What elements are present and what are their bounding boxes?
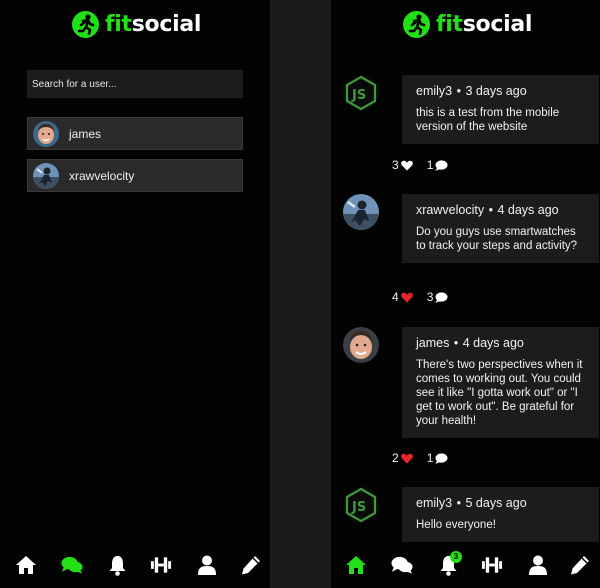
runner-icon — [72, 10, 99, 38]
post-meta: emily3 • 5 days ago — [416, 496, 585, 510]
post-bubble: james • 4 days ago There's two perspecti… — [402, 327, 599, 438]
post-text: Do you guys use smartwatches to track yo… — [416, 226, 578, 252]
logo-fit-text: fit — [436, 11, 463, 37]
comment-button[interactable]: 1 — [427, 451, 449, 465]
user-result-item[interactable]: xrawvelocity — [27, 159, 243, 192]
user-search-input[interactable] — [27, 70, 243, 98]
nodejs-avatar[interactable]: JS — [343, 75, 379, 111]
user-search-panel: fitsocial james xrawvelocity — [0, 0, 270, 588]
bottom-nav: 3 — [331, 542, 600, 588]
like-count: 3 — [392, 158, 399, 172]
meta-separator: • — [453, 336, 459, 350]
chat-icon[interactable] — [391, 554, 413, 576]
post-time: 4 days ago — [497, 203, 559, 217]
like-button[interactable]: 2 — [392, 451, 413, 465]
logo-fit-text: fit — [105, 11, 132, 37]
feed-panel: fitsocial JS emily3 • 3 days ago this is… — [331, 0, 600, 588]
comment-icon — [435, 291, 448, 303]
avatar — [33, 120, 59, 147]
post-time: 5 days ago — [465, 496, 527, 510]
like-button[interactable]: 4 — [392, 290, 413, 304]
comment-count: 1 — [426, 451, 434, 465]
home-icon[interactable] — [15, 554, 37, 576]
comment-count: 3 — [426, 290, 434, 304]
bottom-nav — [0, 542, 270, 588]
like-button[interactable]: 3 — [392, 158, 413, 172]
comment-button[interactable]: 3 — [427, 290, 449, 304]
post-author[interactable]: emily3 — [416, 496, 452, 510]
heart-icon — [400, 292, 413, 302]
user-icon[interactable] — [196, 554, 218, 576]
meta-separator: • — [456, 496, 461, 510]
user-result-item[interactable]: james — [27, 117, 243, 150]
user-icon[interactable] — [527, 554, 549, 576]
pencil-icon[interactable] — [569, 554, 591, 576]
post-actions: 4 3 — [392, 290, 448, 304]
post-time: 4 days ago — [462, 336, 524, 350]
logo-social-text: social — [462, 11, 533, 37]
meta-separator: • — [456, 84, 461, 98]
like-count: 2 — [392, 451, 399, 465]
nodejs-avatar[interactable]: JS — [343, 487, 379, 523]
post-bubble: emily3 • 3 days ago this is a test from … — [402, 75, 599, 144]
post-time: 3 days ago — [465, 84, 527, 98]
post-bubble: xrawvelocity • 4 days ago Do you guys us… — [402, 194, 599, 263]
avatar — [33, 162, 59, 189]
post-actions: 2 1 — [392, 451, 448, 465]
post-text: Hello everyone! — [416, 519, 496, 531]
post-meta: xrawvelocity • 4 days ago — [416, 203, 585, 217]
post-meta: james • 4 days ago — [416, 336, 585, 350]
post-bubble: emily3 • 5 days ago Hello everyone! — [402, 487, 599, 547]
comment-button[interactable]: 1 — [427, 158, 449, 172]
home-icon[interactable] — [345, 554, 367, 576]
post-author[interactable]: emily3 — [416, 84, 452, 98]
panel-divider — [270, 0, 331, 588]
post-text: There's two perspectives when it comes t… — [416, 359, 583, 427]
app-logo[interactable]: fitsocial — [403, 10, 532, 38]
post-meta: emily3 • 3 days ago — [416, 84, 585, 98]
comment-icon — [435, 159, 448, 171]
post-author[interactable]: james — [416, 336, 449, 350]
user-result-name: xrawvelocity — [69, 168, 135, 183]
app-logo[interactable]: fitsocial — [72, 10, 201, 38]
like-count: 4 — [392, 290, 399, 304]
comment-count: 1 — [426, 158, 434, 172]
bell-icon[interactable]: 3 — [437, 551, 462, 576]
heart-icon — [400, 453, 413, 463]
notification-badge: 3 — [450, 551, 462, 563]
logo-social-text: social — [131, 11, 202, 37]
bell-icon[interactable] — [106, 554, 128, 576]
user-result-name: james — [69, 126, 102, 141]
post-author[interactable]: xrawvelocity — [416, 203, 484, 217]
chat-icon[interactable] — [61, 554, 83, 576]
meta-separator: • — [488, 203, 493, 217]
dumbbell-icon[interactable] — [481, 554, 503, 576]
post-text: this is a test from the mobile version o… — [416, 107, 560, 133]
comment-icon — [435, 452, 448, 464]
dumbbell-icon[interactable] — [150, 554, 172, 576]
runner-icon — [403, 10, 430, 38]
avatar[interactable] — [343, 194, 379, 230]
pencil-icon[interactable] — [240, 554, 262, 576]
svg-text:JS: JS — [351, 500, 366, 515]
post-actions: 3 1 — [392, 158, 448, 172]
svg-text:JS: JS — [351, 88, 366, 103]
avatar[interactable] — [343, 327, 379, 363]
heart-icon — [400, 160, 413, 170]
